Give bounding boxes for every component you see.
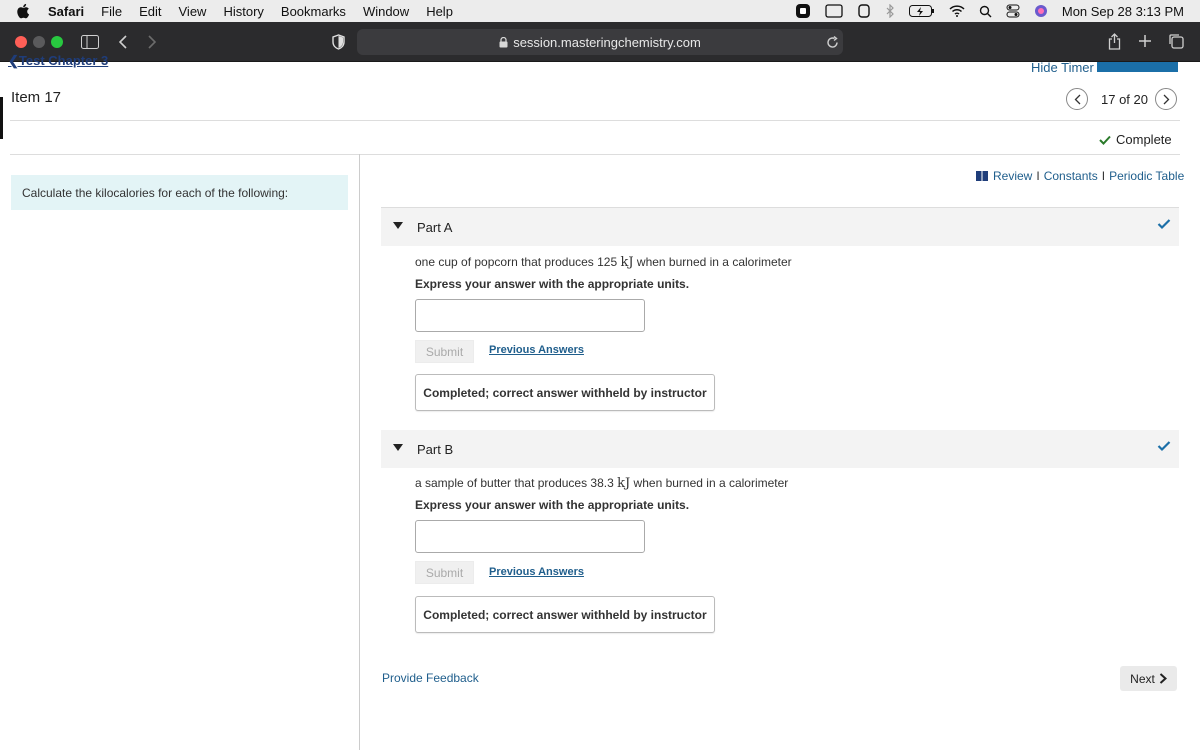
close-window-button[interactable] [15,36,27,48]
part-b-instruction: Express your answer with the appropriate… [415,498,690,512]
menu-window[interactable]: Window [363,4,409,19]
wifi-icon[interactable] [949,5,965,17]
siri-icon[interactable] [1034,4,1048,18]
part-b-question-end: when burned in a calorimeter [630,476,789,490]
part-a-answer-input[interactable] [415,299,645,332]
part-a-question-text: one cup of popcorn that produces 125 [415,255,621,269]
part-b-completed-notice: Completed; correct answer withheld by in… [415,596,715,633]
problem-intro-text: Calculate the kilocalories for each of t… [22,186,289,200]
periodic-table-link[interactable]: Periodic Table [1109,169,1184,183]
control-center-icon[interactable] [1006,4,1020,18]
assignment-page: ❮Test Chapter 3 Hide Timer Item 17 17 of… [0,53,1200,750]
part-b-submit-button[interactable]: Submit [415,561,474,584]
next-button[interactable]: Next [1120,666,1177,691]
macos-menu-bar: Safari File Edit View History Bookmarks … [0,0,1200,22]
menu-app-name[interactable]: Safari [48,4,84,19]
url-text: session.masteringchemistry.com [513,34,701,50]
part-b-check-icon [1157,441,1171,452]
item-indicator-bar [0,97,3,139]
provide-feedback-link[interactable]: Provide Feedback [382,671,479,685]
reload-icon[interactable] [825,34,839,50]
apple-logo-icon[interactable] [16,3,30,19]
back-link-label: Test Chapter 3 [18,53,109,68]
window-icon[interactable] [857,4,871,18]
lock-icon [499,36,508,48]
checkmark-icon [1099,135,1111,145]
forward-nav-icon[interactable] [146,34,158,50]
resource-links: Review I Constants I Periodic Table [976,169,1184,183]
separator: I [1036,169,1040,183]
hide-timer-link[interactable]: Hide Timer [1031,60,1094,75]
menu-bookmarks[interactable]: Bookmarks [281,4,346,19]
back-nav-icon[interactable] [117,34,129,50]
status-area: Mon Sep 28 3:13 PM [795,0,1200,22]
part-a-title: Part A [417,220,453,235]
calendar-badge-icon[interactable] [825,4,843,18]
part-a-completed-notice: Completed; correct answer withheld by in… [415,374,715,411]
constants-link[interactable]: Constants [1044,169,1098,183]
divider-line [10,120,1180,121]
address-bar[interactable]: session.masteringchemistry.com [357,29,843,55]
part-b-header[interactable]: Part B [381,430,1179,468]
previous-item-button[interactable] [1066,88,1088,110]
battery-icon[interactable] [908,5,935,17]
next-item-button[interactable] [1155,88,1177,110]
collapse-triangle-icon[interactable] [393,444,403,451]
sidebar-toggle-icon[interactable] [81,34,99,50]
part-b-question: a sample of butter that produces 38.3 kJ… [415,476,788,491]
chevron-right-icon [1159,673,1167,684]
privacy-shield-icon[interactable] [331,33,345,51]
part-b-previous-answers-link[interactable]: Previous Answers [489,566,584,578]
menu-view[interactable]: View [179,4,207,19]
menu-help[interactable]: Help [426,4,453,19]
review-link[interactable]: Review [993,169,1032,183]
menu-history[interactable]: History [223,4,263,19]
item-page-count: 17 of 20 [1101,92,1148,107]
part-a-check-icon [1157,219,1171,230]
part-b-question-text: a sample of butter that produces 38.3 [415,476,618,490]
recording-icon[interactable] [795,3,811,19]
part-a-unit: kJ [620,255,634,270]
part-a-instruction: Express your answer with the appropriate… [415,277,690,291]
divider-line [10,154,1180,155]
minimize-window-button[interactable] [33,36,45,48]
part-b-title: Part B [417,442,454,457]
part-a-submit-button[interactable]: Submit [415,340,474,363]
share-icon[interactable] [1107,31,1121,51]
item-title: Item 17 [11,89,62,106]
column-divider [359,154,360,750]
completion-status-label: Complete [1116,132,1172,147]
chevron-right-icon [1163,94,1169,104]
next-button-label: Next [1130,671,1155,686]
tab-overview-icon[interactable] [1167,33,1185,49]
maximize-window-button[interactable] [51,36,63,48]
part-a-previous-answers-link[interactable]: Previous Answers [489,344,584,356]
bluetooth-icon[interactable] [885,4,895,18]
back-to-test-link[interactable]: ❮Test Chapter 3 [8,53,108,69]
part-a-header[interactable]: Part A [381,208,1179,246]
spotlight-search-icon[interactable] [979,5,992,18]
timer-display [1097,62,1178,72]
part-a-question: one cup of popcorn that produces 125 kJ … [415,255,792,270]
separator: I [1101,169,1106,183]
part-a-question-end: when burned in a calorimeter [633,255,792,269]
part-b-answer-input[interactable] [415,520,645,553]
menu-clock[interactable]: Mon Sep 28 3:13 PM [1062,4,1184,19]
problem-intro-panel: Calculate the kilocalories for each of t… [11,175,348,210]
new-tab-icon[interactable] [1137,33,1153,49]
menu-edit[interactable]: Edit [139,4,161,19]
collapse-triangle-icon[interactable] [393,222,403,229]
part-b-unit: kJ [617,476,631,491]
completion-status: Complete [1099,132,1172,147]
book-icon [976,171,988,181]
chevron-left-icon [1074,94,1080,104]
menu-file[interactable]: File [101,4,122,19]
browser-toolbar: session.masteringchemistry.com [0,22,1200,62]
